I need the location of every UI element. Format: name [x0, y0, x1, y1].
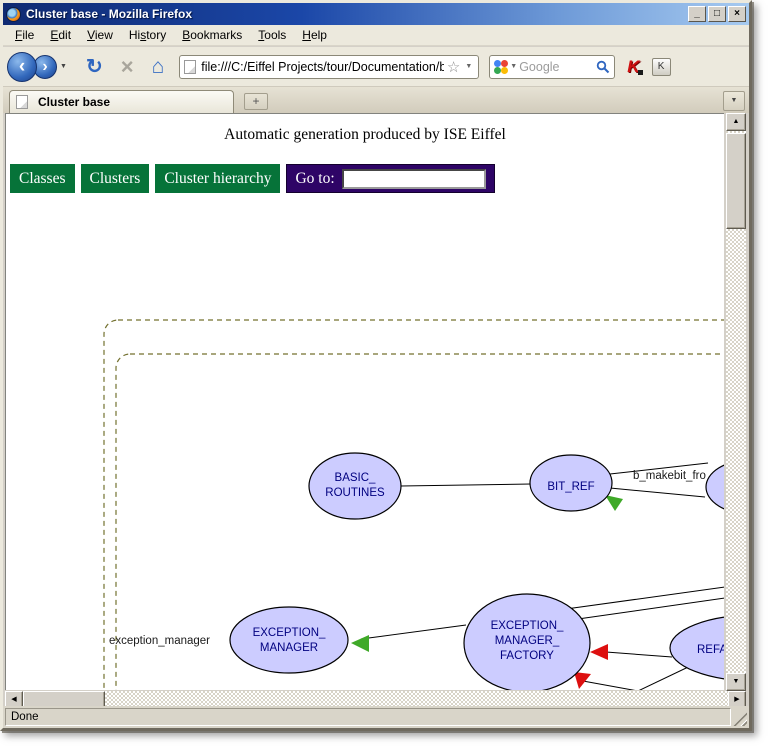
search-box[interactable]: ▼ [489, 55, 615, 79]
tab-label: Cluster base [38, 95, 110, 109]
edge-factory-upperright-1 [566, 587, 724, 609]
green-arrow-icon-em [351, 635, 369, 652]
node-d-partial[interactable] [706, 460, 724, 514]
tab-bar: Cluster base + ▼ [3, 87, 749, 113]
classes-button[interactable]: Classes [10, 164, 75, 193]
kaspersky-icon[interactable]: K [627, 57, 639, 77]
page-icon [184, 60, 196, 74]
menu-help[interactable]: Help [294, 26, 335, 44]
node-exception-manager-label1: EXCEPTION_ [253, 627, 326, 639]
goto-label: Go to: [295, 170, 334, 188]
status-bar: Done [3, 706, 749, 728]
node-exception-manager[interactable] [230, 607, 348, 673]
window-title: Cluster base - Mozilla Firefox [26, 7, 688, 21]
url-input[interactable] [201, 60, 444, 74]
menu-view[interactable]: View [79, 26, 121, 44]
google-logo-icon[interactable] [494, 60, 508, 74]
stop-button[interactable]: × [121, 52, 134, 82]
edge-refa-factory-1 [606, 652, 672, 657]
bookmark-star-icon[interactable]: ☆ [447, 58, 460, 76]
node-basic-routines-label2: ROUTINES [325, 487, 385, 499]
search-engine-dropdown-icon[interactable]: ▼ [508, 63, 519, 70]
edge-basic-bitref [401, 484, 531, 486]
node-factory-label2: MANAGER_ [495, 635, 560, 647]
clusters-button[interactable]: Clusters [81, 164, 150, 193]
page-heading: Automatic generation produced by ISE Eif… [6, 126, 724, 144]
reload-button[interactable]: ↻ [86, 52, 103, 82]
title-bar[interactable]: Cluster base - Mozilla Firefox _ □ × [3, 3, 749, 25]
red-arrow-icon-factory-2 [574, 672, 591, 689]
url-bar[interactable]: ☆ ▼ [179, 55, 479, 79]
virtual-keyboard-button[interactable]: K [652, 58, 671, 76]
tab-cluster-base[interactable]: Cluster base [9, 90, 234, 113]
page-content: BASIC_ ROUTINES BIT_REF D EXCEPTION_ MAN… [5, 113, 724, 690]
vertical-scrollbar[interactable]: ▲ ▼ [726, 113, 746, 691]
edge-factory-upperright-2 [578, 598, 724, 619]
edge-em-factory [361, 625, 466, 639]
edge-refa-factory-2a [583, 681, 638, 690]
goto-input[interactable] [342, 169, 486, 189]
back-button[interactable]: ‹ [7, 52, 37, 82]
node-basic-routines-label1: BASIC_ [335, 472, 377, 484]
menu-file[interactable]: File [7, 26, 42, 44]
node-basic-routines[interactable] [309, 453, 401, 519]
resize-grip[interactable] [733, 712, 747, 726]
node-refa-partial-label: REFA [697, 644, 724, 656]
close-button[interactable]: × [728, 6, 746, 22]
scroll-down-button[interactable]: ▼ [726, 673, 746, 691]
doc-nav-row: Classes Clusters Cluster hierarchy Go to… [10, 164, 495, 193]
navigation-toolbar: ‹ › ▼ ↻ × ⌂ ☆ ▼ ▼ K K [3, 47, 749, 87]
status-text: Done [5, 708, 731, 726]
menu-bar: File Edit View History Bookmarks Tools H… [3, 25, 749, 46]
home-button[interactable]: ⌂ [152, 52, 165, 82]
maximize-button[interactable]: □ [708, 6, 726, 22]
node-exception-manager-label2: MANAGER [260, 642, 318, 654]
search-input[interactable] [519, 60, 596, 74]
cluster-diagram: BASIC_ ROUTINES BIT_REF D EXCEPTION_ MAN… [6, 114, 724, 690]
new-tab-button[interactable]: + [244, 93, 268, 110]
menu-history[interactable]: History [121, 26, 174, 44]
list-all-tabs-button[interactable]: ▼ [723, 91, 745, 111]
firefox-icon [6, 7, 21, 22]
vertical-scroll-thumb[interactable] [726, 133, 746, 229]
edge-bitref-d-lower [610, 488, 705, 497]
green-arrow-icon-bitref [605, 495, 623, 511]
scroll-up-button[interactable]: ▲ [726, 113, 746, 131]
minimize-button[interactable]: _ [688, 6, 706, 22]
cluster-hierarchy-button[interactable]: Cluster hierarchy [155, 164, 280, 193]
url-dropdown-icon[interactable]: ▼ [463, 63, 474, 70]
feature-edge-label: b_makebit_fro [633, 470, 706, 482]
tab-page-icon [16, 95, 28, 109]
cluster-name-label: exception_manager [109, 635, 210, 647]
menu-edit[interactable]: Edit [42, 26, 79, 44]
goto-panel: Go to: [286, 164, 494, 193]
node-factory-label1: EXCEPTION_ [491, 620, 564, 632]
menu-bookmarks[interactable]: Bookmarks [174, 26, 250, 44]
red-arrow-icon-factory-1 [590, 644, 608, 660]
browser-window: Cluster base - Mozilla Firefox _ □ × Fil… [0, 0, 752, 731]
nav-history-dropdown-icon[interactable]: ▼ [60, 63, 67, 70]
node-bit-ref-label: BIT_REF [547, 481, 594, 493]
node-factory-label3: FACTORY [500, 650, 554, 662]
menu-tools[interactable]: Tools [250, 26, 294, 44]
search-icon[interactable] [596, 60, 610, 74]
